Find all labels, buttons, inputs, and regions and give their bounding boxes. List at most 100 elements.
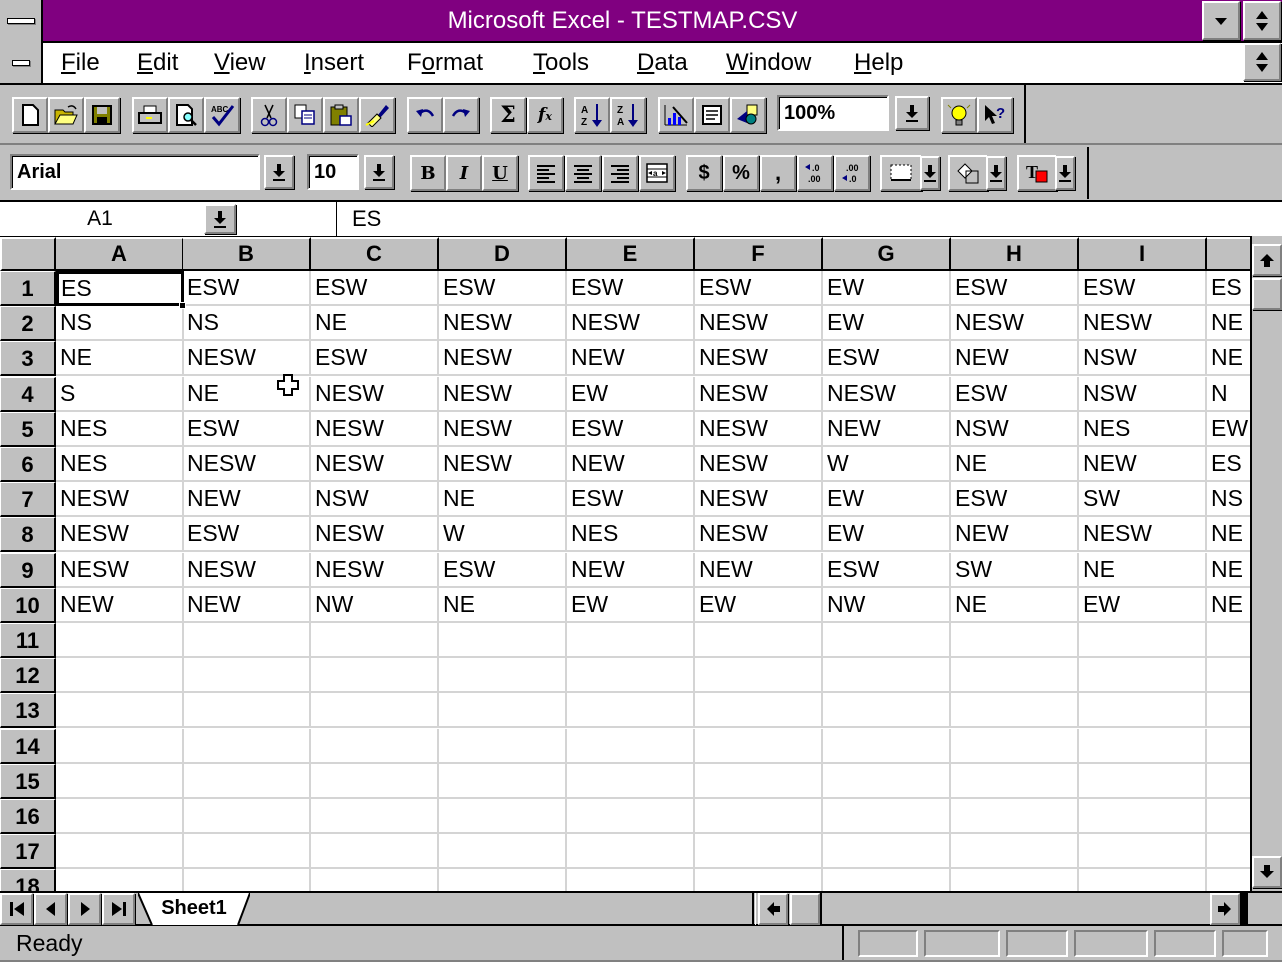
table-cell[interactable] — [823, 729, 951, 764]
table-cell[interactable] — [56, 834, 184, 869]
table-cell[interactable] — [951, 693, 1079, 728]
column-header[interactable]: F — [695, 237, 823, 271]
table-cell[interactable] — [1079, 729, 1207, 764]
drawing-button[interactable] — [730, 97, 766, 133]
center-across-columns-button[interactable]: a — [639, 155, 675, 191]
table-cell[interactable]: NESW — [439, 341, 567, 376]
font-color-button[interactable]: T — [1017, 155, 1057, 191]
row-header[interactable]: 16 — [0, 799, 56, 834]
table-cell[interactable]: NESW — [439, 447, 567, 482]
row-header[interactable]: 5 — [0, 412, 56, 447]
table-cell[interactable] — [1079, 764, 1207, 799]
table-cell[interactable]: NEW — [1079, 447, 1207, 482]
table-cell[interactable] — [183, 623, 311, 658]
table-cell[interactable] — [567, 799, 695, 834]
table-cell[interactable] — [439, 764, 567, 799]
table-cell[interactable]: ESW — [1079, 271, 1207, 306]
table-cell[interactable]: NE — [1207, 588, 1250, 623]
font-name-input[interactable]: Arial — [10, 154, 260, 190]
table-cell[interactable]: NESW — [311, 412, 439, 447]
table-cell[interactable] — [311, 834, 439, 869]
table-cell[interactable]: NEW — [823, 412, 951, 447]
restore-button[interactable] — [1243, 1, 1281, 40]
table-cell[interactable]: NES — [567, 517, 695, 552]
format-painter-button[interactable] — [359, 97, 395, 133]
table-cell[interactable]: NEW — [951, 341, 1079, 376]
table-cell[interactable] — [439, 729, 567, 764]
table-cell[interactable]: NE — [311, 306, 439, 341]
table-cell[interactable]: ESW — [183, 412, 311, 447]
table-cell[interactable] — [311, 693, 439, 728]
table-cell[interactable] — [567, 658, 695, 693]
undo-button[interactable] — [407, 97, 443, 133]
table-cell[interactable]: NESW — [695, 447, 823, 482]
table-cell[interactable] — [183, 834, 311, 869]
table-cell[interactable] — [311, 729, 439, 764]
table-cell[interactable] — [1079, 623, 1207, 658]
table-cell[interactable]: NESW — [695, 517, 823, 552]
table-cell[interactable] — [823, 623, 951, 658]
table-cell[interactable]: NESW — [311, 517, 439, 552]
table-cell[interactable]: NESW — [183, 447, 311, 482]
sort-ascending-button[interactable]: AZ — [574, 97, 610, 133]
menu-insert[interactable]: Insert — [304, 43, 364, 83]
font-size-dropdown-button[interactable] — [364, 155, 394, 189]
table-cell[interactable] — [951, 764, 1079, 799]
scroll-left-button[interactable] — [758, 893, 788, 925]
table-cell[interactable] — [56, 869, 184, 891]
table-cell[interactable] — [823, 834, 951, 869]
table-cell[interactable]: NSW — [1079, 341, 1207, 376]
table-cell[interactable]: ESW — [311, 341, 439, 376]
table-cell[interactable]: NEW — [567, 447, 695, 482]
column-header[interactable] — [1207, 237, 1250, 271]
table-cell[interactable]: NE — [1207, 306, 1250, 341]
table-cell[interactable]: NESW — [56, 517, 184, 552]
table-cell[interactable] — [567, 764, 695, 799]
table-cell[interactable]: NESW — [311, 447, 439, 482]
zoom-control-input[interactable]: 100% — [777, 95, 889, 131]
column-header[interactable]: C — [311, 237, 439, 271]
function-wizard-button[interactable]: fx — [527, 97, 563, 133]
print-button[interactable] — [132, 97, 168, 133]
row-header[interactable]: 3 — [0, 341, 56, 376]
table-cell[interactable]: NESW — [439, 306, 567, 341]
last-sheet-button[interactable] — [102, 893, 135, 925]
column-header[interactable]: I — [1079, 237, 1207, 271]
table-cell[interactable]: NE — [1207, 553, 1250, 588]
font-name-dropdown-button[interactable] — [264, 155, 294, 189]
table-cell[interactable]: NESW — [695, 341, 823, 376]
underline-button[interactable]: U — [482, 155, 518, 191]
row-header[interactable]: 2 — [0, 306, 56, 341]
table-cell[interactable] — [311, 869, 439, 891]
table-cell[interactable] — [311, 799, 439, 834]
table-cell[interactable]: ESW — [567, 482, 695, 517]
column-header[interactable]: D — [439, 237, 567, 271]
table-cell[interactable]: NE — [439, 482, 567, 517]
table-cell[interactable] — [439, 869, 567, 891]
row-header[interactable]: 10 — [0, 588, 56, 623]
comma-style-button[interactable]: , — [760, 155, 796, 191]
document-restore-button[interactable] — [1243, 43, 1281, 81]
table-cell[interactable] — [823, 799, 951, 834]
font-size-input[interactable]: 10 — [307, 154, 359, 190]
table-cell[interactable] — [823, 869, 951, 891]
table-cell[interactable]: NESW — [567, 306, 695, 341]
table-cell[interactable] — [439, 834, 567, 869]
table-cell[interactable] — [695, 764, 823, 799]
table-cell[interactable] — [311, 764, 439, 799]
table-cell[interactable]: NEW — [567, 553, 695, 588]
fill-color-button[interactable] — [948, 155, 988, 191]
table-cell[interactable]: NESW — [695, 482, 823, 517]
increase-decimal-button[interactable]: .0.00 — [797, 155, 833, 191]
table-cell[interactable] — [1207, 729, 1250, 764]
table-cell[interactable]: ESW — [183, 271, 311, 306]
column-header[interactable]: H — [951, 237, 1079, 271]
table-cell[interactable]: NESW — [695, 377, 823, 412]
menu-data[interactable]: Data — [637, 43, 688, 83]
table-cell[interactable]: NESW — [695, 412, 823, 447]
table-cell[interactable] — [567, 623, 695, 658]
horizontal-scrollbar-track[interactable] — [820, 893, 1210, 925]
formula-input[interactable]: ES — [352, 202, 381, 236]
document-control-menu-button[interactable] — [0, 43, 43, 83]
table-cell[interactable]: NSW — [311, 482, 439, 517]
